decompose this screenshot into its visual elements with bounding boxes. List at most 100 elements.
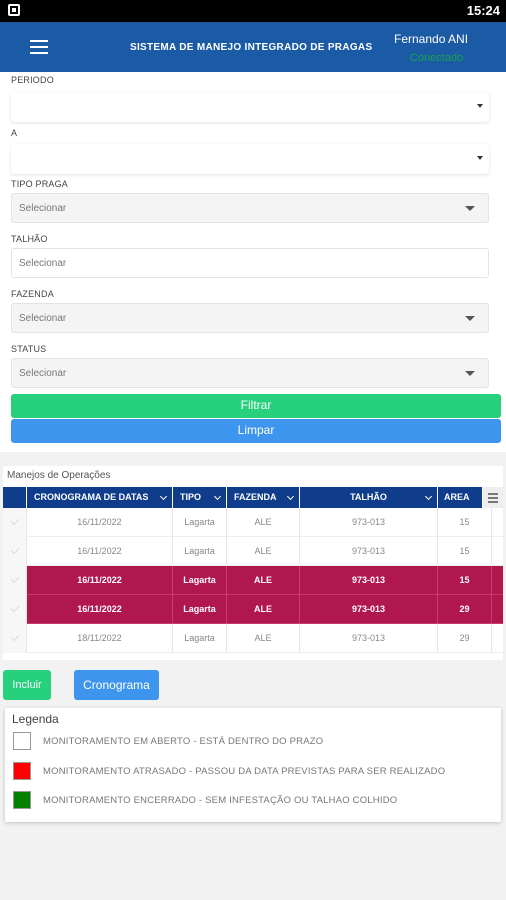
table-row[interactable]: 16/11/2022 Lagarta ALE 973-013 15 — [3, 508, 503, 537]
chevron-down-icon — [477, 156, 483, 160]
row-checkbox[interactable] — [3, 508, 27, 537]
cell-data: 16/11/2022 — [27, 508, 173, 537]
cronograma-button[interactable]: Cronograma — [74, 670, 159, 700]
cell-fazenda: ALE — [227, 624, 300, 653]
legend-swatch-closed — [13, 791, 31, 809]
cell-tipo: Lagarta — [173, 595, 227, 624]
limpar-button[interactable]: Limpar — [11, 419, 501, 443]
cell-area: 15 — [438, 508, 492, 537]
check-icon — [10, 515, 20, 526]
app-bar: SISTEMA DE MANEJO INTEGRADO DE PRAGAS Fe… — [0, 22, 506, 72]
check-icon — [10, 544, 20, 555]
col-cronograma[interactable]: CRONOGRAMA DE DATAS — [27, 487, 173, 508]
tipo-praga-value: Selecionar — [19, 203, 67, 214]
table-row[interactable]: 16/11/2022 Lagarta ALE 973-013 29 — [3, 595, 503, 624]
clock: 15:24 — [466, 3, 500, 18]
cell-data: 16/11/2022 — [27, 537, 173, 566]
cell-data: 18/11/2022 — [27, 624, 173, 653]
status-bar: 15:24 — [0, 0, 506, 22]
cell-data: 16/11/2022 — [27, 566, 173, 595]
legend-title: Legenda — [12, 712, 59, 726]
col-talhao-label: TALHÃO — [350, 492, 387, 502]
fazenda-select[interactable]: Selecionar — [11, 303, 489, 333]
chevron-down-icon — [286, 492, 295, 501]
legend-swatch-open — [13, 732, 31, 750]
tipo-praga-label: TIPO PRAGA — [11, 179, 69, 189]
fazenda-label: FAZENDA — [11, 289, 54, 299]
col-tipo[interactable]: TIPO — [173, 487, 227, 508]
status-select[interactable]: Selecionar — [11, 358, 489, 388]
legend-text: MONITORAMENTO ATRASADO - PASSOU DA DATA … — [43, 766, 446, 777]
cell-talhao: 973-013 — [300, 566, 438, 595]
grid-title: Manejos de Operações — [7, 470, 111, 481]
cell-talhao: 973-013 — [300, 595, 438, 624]
tipo-praga-select[interactable]: Selecionar — [11, 193, 489, 223]
status-value: Selecionar — [19, 368, 67, 379]
status-label: STATUS — [11, 344, 47, 354]
chevron-down-icon — [159, 492, 168, 501]
col-area-label: AREA — [444, 492, 470, 502]
cell-area: 29 — [438, 595, 492, 624]
legend-item: MONITORAMENTO EM ABERTO - ESTÁ DENTRO DO… — [13, 732, 493, 750]
hamburger-menu-icon[interactable] — [30, 40, 48, 54]
user-status: Conectado — [410, 52, 464, 64]
cell-area: 15 — [438, 566, 492, 595]
select-all-header[interactable] — [3, 487, 27, 508]
legend-panel: Legenda MONITORAMENTO EM ABERTO - ESTÁ D… — [5, 708, 501, 822]
periodo-label: PERIODO — [11, 75, 54, 85]
cell-talhao: 973-013 — [300, 624, 438, 653]
talhao-input[interactable]: Selecionar — [11, 248, 489, 278]
table-row[interactable]: 16/11/2022 Lagarta ALE 973-013 15 — [3, 537, 503, 566]
table-row[interactable]: 16/11/2022 Lagarta ALE 973-013 15 — [3, 566, 503, 595]
a-label: A — [11, 128, 18, 138]
cell-fazenda: ALE — [227, 537, 300, 566]
chevron-down-icon — [465, 316, 475, 321]
filtrar-button[interactable]: Filtrar — [11, 394, 501, 418]
a-date-field[interactable] — [11, 144, 489, 174]
row-checkbox[interactable] — [3, 537, 27, 566]
row-checkbox[interactable] — [3, 566, 27, 595]
col-cronograma-label: CRONOGRAMA DE DATAS — [34, 492, 149, 502]
col-fazenda-label: FAZENDA — [234, 492, 277, 502]
legend-swatch-late — [13, 762, 31, 780]
row-checkbox[interactable] — [3, 624, 27, 653]
operations-grid: Manejos de Operações CRONOGRAMA DE DATAS… — [3, 466, 503, 660]
user-name: Fernando ANI — [394, 32, 469, 46]
legend-item: MONITORAMENTO ATRASADO - PASSOU DA DATA … — [13, 762, 493, 780]
legend-text: MONITORAMENTO ENCERRADO - SEM INFESTAÇÃO… — [43, 795, 398, 806]
cell-tipo: Lagarta — [173, 624, 227, 653]
cell-tipo: Lagarta — [173, 508, 227, 537]
talhao-placeholder: Selecionar — [19, 258, 67, 269]
grid-menu-icon[interactable] — [483, 487, 503, 508]
cell-tipo: Lagarta — [173, 537, 227, 566]
periodo-date-field[interactable] — [11, 92, 489, 122]
talhao-label: TALHÃO — [11, 234, 48, 244]
legend-item: MONITORAMENTO ENCERRADO - SEM INFESTAÇÃO… — [13, 791, 493, 809]
incluir-button[interactable]: Incluir — [3, 670, 51, 700]
check-icon — [10, 573, 20, 584]
chevron-down-icon — [213, 492, 222, 501]
chevron-down-icon — [477, 104, 483, 108]
col-area[interactable]: AREA — [438, 487, 483, 508]
cell-fazenda: ALE — [227, 566, 300, 595]
legend-text: MONITORAMENTO EM ABERTO - ESTÁ DENTRO DO… — [43, 736, 324, 747]
col-fazenda[interactable]: FAZENDA — [227, 487, 300, 508]
cell-fazenda: ALE — [227, 508, 300, 537]
fazenda-value: Selecionar — [19, 313, 67, 324]
grid-header: CRONOGRAMA DE DATAS TIPO FAZENDA TALHÃO … — [3, 487, 503, 508]
cell-area: 15 — [438, 537, 492, 566]
row-checkbox[interactable] — [3, 595, 27, 624]
col-talhao[interactable]: TALHÃO — [300, 487, 438, 508]
notification-icon — [8, 4, 20, 16]
cell-tipo: Lagarta — [173, 566, 227, 595]
cell-area: 29 — [438, 624, 492, 653]
app-title: SISTEMA DE MANEJO INTEGRADO DE PRAGAS — [130, 42, 373, 53]
table-row[interactable]: 18/11/2022 Lagarta ALE 973-013 29 — [3, 624, 503, 653]
col-tipo-label: TIPO — [180, 492, 202, 502]
cell-fazenda: ALE — [227, 595, 300, 624]
cell-talhao: 973-013 — [300, 537, 438, 566]
chevron-down-icon — [465, 371, 475, 376]
cell-data: 16/11/2022 — [27, 595, 173, 624]
check-icon — [10, 602, 20, 613]
check-icon — [10, 631, 20, 642]
